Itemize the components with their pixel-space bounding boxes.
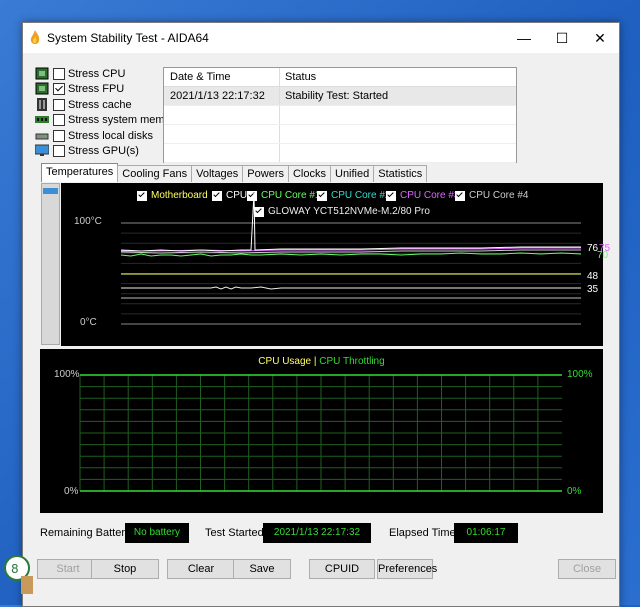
column-header-status[interactable]: Status xyxy=(280,68,516,86)
corner-badge-logo: 8 xyxy=(3,548,39,600)
status-log-table[interactable]: Date & Time Status 2021/1/13 22:17:32 St… xyxy=(163,67,517,163)
disk-drive-icon xyxy=(35,129,49,142)
cpu-usage-plot xyxy=(79,374,562,492)
column-header-datetime[interactable]: Date & Time xyxy=(164,68,280,86)
tab-statistics[interactable]: Statistics xyxy=(373,165,428,182)
table-row xyxy=(164,125,516,144)
temperature-plot xyxy=(120,192,582,325)
aida64-flame-icon xyxy=(30,30,40,44)
remaining-battery-label: Remaining Battery: xyxy=(40,527,134,539)
tab-unified[interactable]: Unified xyxy=(330,165,375,182)
close-button[interactable]: Close xyxy=(558,559,616,579)
stress-disks-label: Stress local disks xyxy=(68,129,153,142)
stress-disks-checkbox[interactable] xyxy=(53,129,65,142)
cpu-usage-graph-panel: CPU Usage | CPU Throttling 100% 0% 100% … xyxy=(40,349,603,513)
tab-voltages[interactable]: Voltages xyxy=(191,165,244,182)
table-row xyxy=(164,106,516,125)
remaining-battery-value: No battery xyxy=(125,523,189,543)
series-line-cpu xyxy=(120,192,581,252)
stress-cpu-option[interactable]: Stress CPU xyxy=(35,66,125,81)
stress-fpu-checkbox[interactable] xyxy=(53,82,65,95)
memory-module-icon xyxy=(35,113,49,126)
stress-cache-checkbox[interactable] xyxy=(53,98,65,111)
title-bar[interactable]: System Stability Test - AIDA64 — ☐ ✕ xyxy=(23,23,619,53)
tab-powers[interactable]: Powers xyxy=(242,165,289,182)
stress-disks-option[interactable]: Stress local disks xyxy=(35,128,153,143)
right-label-motherboard: 48 xyxy=(587,271,599,282)
table-row xyxy=(164,144,516,163)
stress-fpu-label: Stress FPU xyxy=(68,82,125,95)
log-header: Date & Time Status xyxy=(164,68,516,87)
stress-cache-label: Stress cache xyxy=(68,98,132,111)
series-line-nvme xyxy=(121,286,581,290)
elapsed-time-value: 01:06:17 xyxy=(454,523,518,543)
tab-temperatures[interactable]: Temperatures xyxy=(41,163,119,182)
clear-button[interactable]: Clear xyxy=(167,559,235,579)
close-window-button[interactable]: ✕ xyxy=(581,23,619,53)
right-label-core-1: 70 xyxy=(597,250,609,261)
minimize-button[interactable]: — xyxy=(505,23,543,53)
sensor-list-scrollbar[interactable] xyxy=(41,183,60,345)
stress-gpu-label: Stress GPU(s) xyxy=(68,144,139,157)
stress-memory-checkbox[interactable] xyxy=(53,113,65,126)
cpu-chip-icon xyxy=(35,67,49,80)
stress-cpu-checkbox[interactable] xyxy=(53,67,65,80)
cpu-grid xyxy=(79,374,562,492)
sensor-list-selection xyxy=(43,188,58,194)
stress-gpu-option[interactable]: Stress GPU(s) xyxy=(34,143,139,158)
badge-icon: 8 xyxy=(4,555,33,594)
fpu-chip-icon xyxy=(35,82,49,95)
cpuid-button[interactable]: CPUID xyxy=(309,559,375,579)
graph-tabs: Temperatures Cooling Fans Voltages Power… xyxy=(41,163,428,182)
tab-clocks[interactable]: Clocks xyxy=(287,165,331,182)
stress-cache-option[interactable]: Stress cache xyxy=(35,97,132,112)
window-title: System Stability Test - AIDA64 xyxy=(47,31,209,45)
stress-fpu-option[interactable]: Stress FPU xyxy=(35,81,124,96)
log-datetime-cell: 2021/1/13 22:17:32 xyxy=(164,87,280,105)
tab-cooling-fans[interactable]: Cooling Fans xyxy=(117,165,193,182)
temperature-graph-panel: Motherboard CPU CPU Core #1 CPU Core #2 … xyxy=(61,183,610,346)
aida64-window: System Stability Test - AIDA64 — ☐ ✕ Str… xyxy=(22,22,620,607)
preferences-button[interactable]: Preferences xyxy=(377,559,437,579)
svg-text:8: 8 xyxy=(11,562,19,576)
test-started-value: 2021/1/13 22:17:32 xyxy=(263,523,371,543)
stress-cpu-label: Stress CPU xyxy=(68,67,126,80)
stress-memory-option[interactable]: Stress system memory xyxy=(35,112,180,127)
stress-gpu-checkbox[interactable] xyxy=(53,144,65,157)
elapsed-time-label: Elapsed Time: xyxy=(389,527,459,539)
cache-icon xyxy=(35,98,49,111)
start-button[interactable]: Start xyxy=(37,559,99,579)
maximize-button[interactable]: ☐ xyxy=(543,23,581,53)
table-row[interactable]: 2021/1/13 22:17:32 Stability Test: Start… xyxy=(164,87,516,106)
log-status-cell: Stability Test: Started xyxy=(285,90,389,102)
monitor-icon xyxy=(34,144,50,157)
test-started-label: Test Started: xyxy=(205,527,267,539)
stop-button[interactable]: Stop xyxy=(91,559,159,579)
save-button[interactable]: Save xyxy=(233,559,291,579)
right-label-nvme: 35 xyxy=(587,284,599,295)
